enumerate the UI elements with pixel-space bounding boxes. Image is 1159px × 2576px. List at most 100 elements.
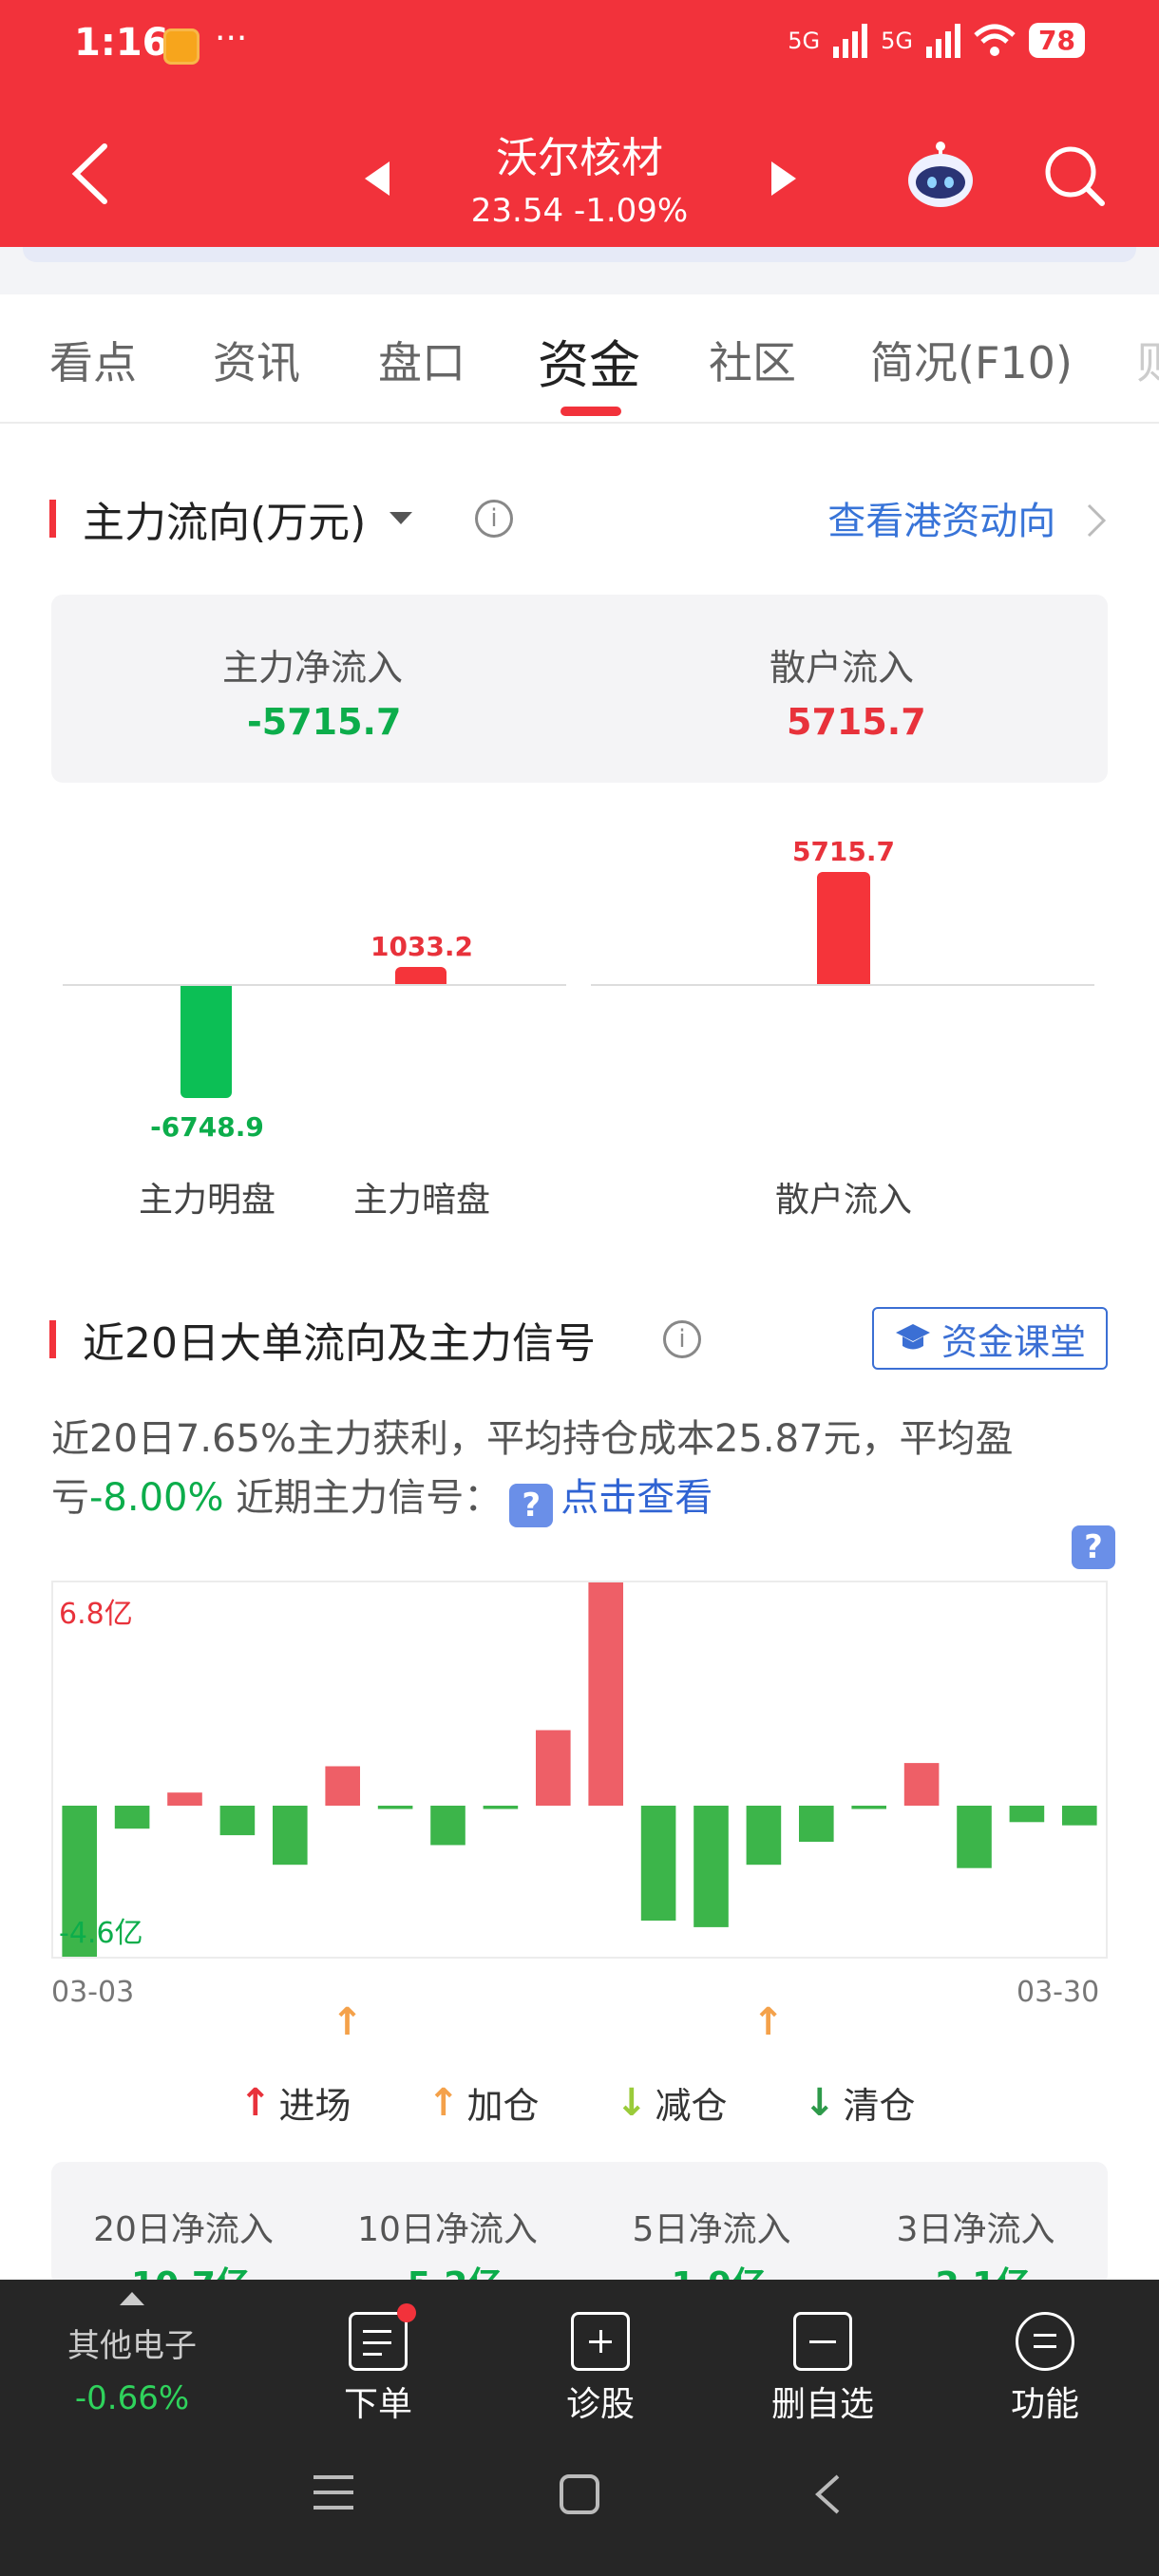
diagnose-plus-icon bbox=[571, 2312, 630, 2371]
chart-bar bbox=[799, 1806, 834, 1842]
net-inflow-stats: 20日净流入 10日净流入 5日净流入 3日净流入 -10.7亿 -5.2亿 -… bbox=[51, 2162, 1108, 2285]
sector-change: -0.66% bbox=[74, 2379, 190, 2417]
chart-bar bbox=[167, 1792, 202, 1806]
home-icon[interactable] bbox=[559, 2473, 600, 2515]
chart-bar bbox=[903, 1763, 940, 1806]
legend-entry: ↑ 进场 bbox=[239, 2076, 352, 2129]
tab-finance-partial[interactable]: 则 bbox=[1136, 329, 1159, 391]
retail-flow-axis bbox=[591, 984, 1094, 986]
remove-watchlist-label: 删自选 bbox=[770, 2385, 874, 2424]
stat-label: 10日净流入 bbox=[357, 2210, 538, 2249]
tab-profile-f10[interactable]: 简况(F10) bbox=[870, 329, 1073, 391]
view-signal-link[interactable]: 点击查看 bbox=[560, 1476, 712, 1520]
remove-minus-icon bbox=[793, 2312, 852, 2371]
legend-arrow-icon: ↓ bbox=[616, 2080, 648, 2125]
stat-label: 20日净流入 bbox=[93, 2210, 274, 2249]
desc-mid: 近期主力信号： bbox=[223, 1476, 503, 1520]
hk-funds-link-label: 查看港资动向 bbox=[827, 500, 1056, 543]
legend-arrow-icon: ↓ bbox=[804, 2080, 836, 2125]
functions-label: 功能 bbox=[1010, 2385, 1079, 2424]
legend-entry: ↑ 加仓 bbox=[428, 2076, 540, 2129]
sector-name: 其他电子 bbox=[67, 2327, 197, 2365]
net-inflow-label: 主力净流入 bbox=[222, 647, 404, 689]
next-stock-icon[interactable] bbox=[770, 160, 798, 198]
assistant-robot-icon[interactable] bbox=[902, 137, 978, 213]
signal-chart-svg bbox=[62, 1582, 1097, 1957]
chart-bar bbox=[483, 1806, 519, 1809]
chart-bar bbox=[694, 1806, 729, 1927]
status-more-dots: ··· bbox=[215, 19, 248, 58]
chart-bar bbox=[588, 1582, 623, 1806]
main-flow-title[interactable]: 主力流向(万元) bbox=[83, 488, 366, 549]
sector-widget[interactable]: 其他电子 -0.66% bbox=[55, 2291, 209, 2417]
network-label-2: 5G bbox=[881, 27, 914, 54]
menu-circle-icon bbox=[1016, 2312, 1074, 2371]
menu-icon[interactable] bbox=[312, 2473, 355, 2511]
avg-profit-pct: -8.00% bbox=[89, 1476, 224, 1520]
legend-entry: ↓ 清仓 bbox=[804, 2076, 916, 2129]
legend-label: 清仓 bbox=[843, 2085, 916, 2127]
bar-main-visible-value: -6748.9 bbox=[150, 1111, 264, 1143]
collapsed-panel-edge bbox=[23, 247, 1136, 262]
main-flow-axis bbox=[63, 984, 566, 986]
notification-app-icon bbox=[163, 28, 200, 65]
cat-retail: 散户流入 bbox=[774, 1181, 912, 1220]
bar-retail-value: 5715.7 bbox=[791, 836, 896, 867]
info-icon[interactable]: i bbox=[475, 500, 513, 538]
system-back-icon[interactable] bbox=[813, 2473, 842, 2515]
diagnose-button[interactable]: 诊股 bbox=[524, 2312, 676, 2426]
stock-name: 沃尔核材 bbox=[496, 134, 663, 182]
signal-description: 近20日7.65%主力获利，平均持仓成本25.87元，平均盈亏-8.00% 近期… bbox=[51, 1410, 1108, 1527]
chart-help-question-icon[interactable]: ? bbox=[1072, 1525, 1115, 1569]
status-time: 1:16 bbox=[74, 21, 169, 65]
chart-start-date: 03-03 bbox=[51, 1976, 135, 2009]
bar-main-dark bbox=[395, 967, 446, 984]
search-icon[interactable] bbox=[1041, 142, 1108, 209]
detail-tabs: 看点 资讯 盘口 资金 社区 简况(F10) 则 bbox=[0, 294, 1159, 424]
stat-label: 5日净流入 bbox=[632, 2210, 791, 2249]
tab-market[interactable]: 盘口 bbox=[378, 329, 466, 391]
bar-retail bbox=[817, 872, 870, 984]
legend-label: 加仓 bbox=[466, 2085, 540, 2127]
stock-nav-bar: 沃尔核材 23.54 -1.09% bbox=[0, 95, 1159, 247]
main-flow-header: 主力流向(万元) bbox=[49, 490, 413, 547]
cat-main-visible: 主力明盘 bbox=[138, 1181, 276, 1220]
signal-icon bbox=[833, 23, 868, 58]
chart-bar bbox=[273, 1806, 308, 1866]
tab-funds[interactable]: 资金 bbox=[538, 323, 640, 398]
tab-highlights[interactable]: 看点 bbox=[49, 329, 137, 391]
help-question-icon[interactable]: ? bbox=[509, 1484, 554, 1527]
retail-inflow-value: 5715.7 bbox=[787, 701, 926, 743]
chart-min-label: -4.6亿 bbox=[59, 1917, 143, 1950]
chart-bar bbox=[746, 1806, 782, 1866]
funds-course-label: 资金课堂 bbox=[940, 1320, 1086, 1363]
funds-course-button[interactable]: 资金课堂 bbox=[872, 1307, 1108, 1370]
bottom-toolbar: 其他电子 -0.66% 下单 诊股 删自选 功能 bbox=[0, 2280, 1159, 2576]
chart-bar bbox=[430, 1806, 466, 1846]
chart-bar bbox=[851, 1806, 886, 1809]
chart-bar bbox=[640, 1806, 676, 1921]
status-indicators: 5G 5G 78 bbox=[788, 23, 1085, 58]
legend-label: 减仓 bbox=[655, 2085, 728, 2127]
stock-change: -1.09% bbox=[573, 192, 689, 230]
functions-button[interactable]: 功能 bbox=[969, 2312, 1121, 2426]
order-label: 下单 bbox=[343, 2385, 412, 2424]
signal-icon bbox=[926, 23, 961, 58]
status-bar: 1:16 ··· 5G 5G 78 bbox=[0, 0, 1159, 95]
hk-funds-link[interactable]: 查看港资动向 bbox=[827, 490, 1108, 545]
tab-community[interactable]: 社区 bbox=[709, 329, 796, 391]
remove-watchlist-button[interactable]: 删自选 bbox=[747, 2312, 899, 2426]
stock-price: 23.54 bbox=[470, 192, 564, 230]
order-button[interactable]: 下单 bbox=[302, 2303, 454, 2426]
legend-arrow-icon: ↑ bbox=[239, 2080, 272, 2125]
info-icon[interactable]: i bbox=[663, 1320, 701, 1358]
signal-title: 近20日大单流向及主力信号 bbox=[83, 1319, 596, 1368]
chart-bar bbox=[536, 1730, 571, 1806]
chart-bar bbox=[114, 1806, 150, 1829]
signal-chart: 6.8亿 -4.6亿 bbox=[51, 1581, 1108, 1959]
legend-label: 进场 bbox=[278, 2085, 352, 2127]
flow-summary: 主力净流入 -5715.7 散户流入 5715.7 bbox=[51, 595, 1108, 783]
dropdown-caret-icon[interactable] bbox=[389, 511, 413, 526]
section-accent-bar bbox=[49, 500, 56, 538]
tab-news[interactable]: 资讯 bbox=[213, 329, 300, 391]
